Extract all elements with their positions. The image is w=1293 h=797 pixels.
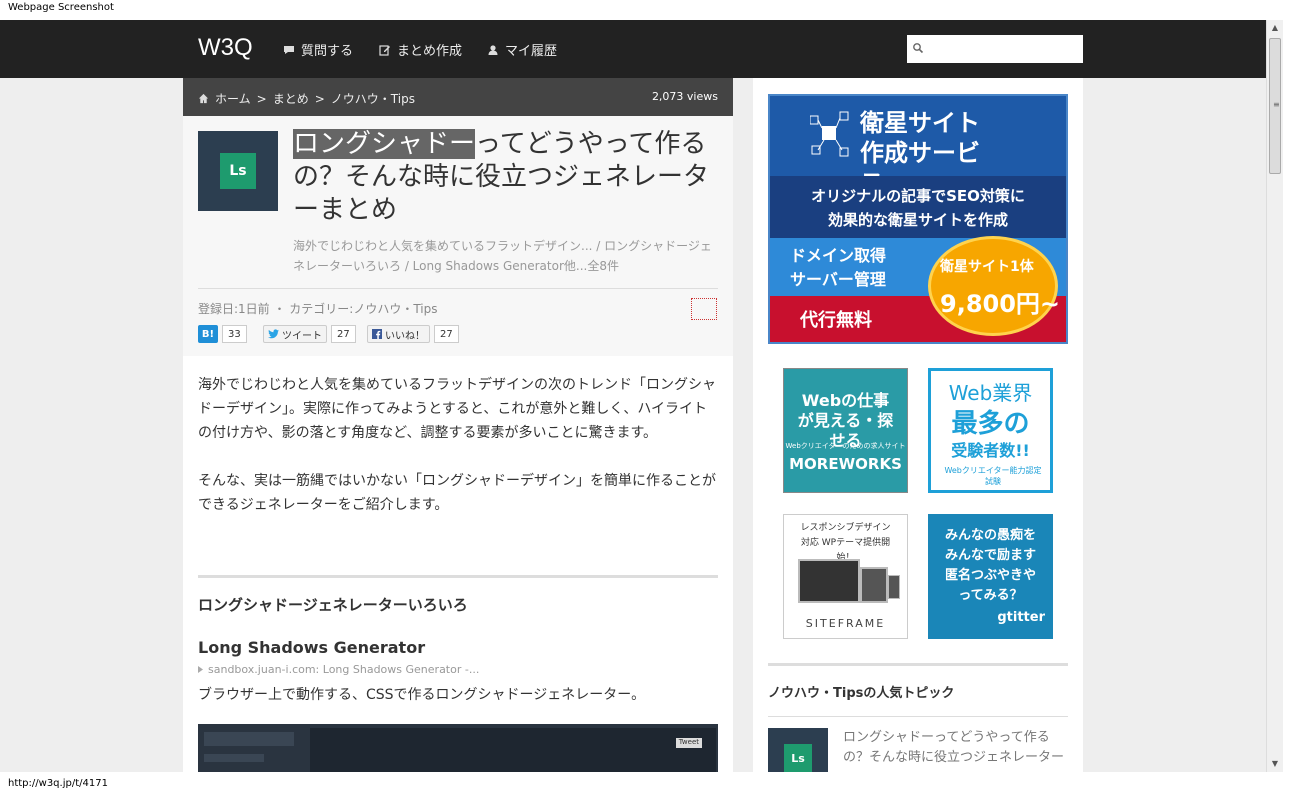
divider [198, 288, 718, 289]
article-summary: 海外でじわじわと人気を集めているフラットデザイン... / ロングシャドージェネ… [293, 239, 712, 273]
gtitter-headline: みんなの愚痴をみんなで励ます匿名つぶやきやってみる？ [944, 528, 1036, 603]
exam-line3: 受験者数!! [951, 441, 1030, 460]
moreworks-subtitle: Webクリエイターのための求人サイト [785, 442, 906, 450]
main-content: ホーム > まとめ > ノウハウ・Tips 2,073 views Ls ロング… [183, 78, 733, 772]
nav-my-history-label: マイ履歴 [505, 44, 558, 59]
ad-big-free: 代行無料 [800, 310, 872, 331]
scroll-up-arrow-icon[interactable]: ▲ [1267, 20, 1283, 36]
home-icon [198, 93, 209, 104]
window-title: Webpage Screenshot [0, 0, 1293, 20]
vertical-scrollbar[interactable]: ▲ ≡ ▼ [1266, 20, 1283, 772]
divider [768, 716, 1068, 717]
like-count: 27 [434, 325, 459, 343]
item-description: ブラウザー上で動作する、CSSで作るロングシャドージェネレーター。 [198, 687, 646, 703]
scroll-down-arrow-icon[interactable]: ▼ [1267, 756, 1283, 772]
twitter-bird-icon [268, 329, 279, 339]
sidebar: 衛星サイト作成サービス オリジナルの記事でSEO対策に効果的な衛星サイトを作成 … [753, 78, 1083, 772]
breadcrumb: ホーム > まとめ > ノウハウ・Tips [198, 90, 415, 107]
exam-line2: 最多の [951, 409, 1030, 439]
scrollbar-thumb[interactable]: ≡ [1269, 38, 1281, 174]
satellite-site-ad[interactable]: 衛星サイト作成サービス オリジナルの記事でSEO対策に効果的な衛星サイトを作成 … [768, 94, 1068, 344]
topic-thumbnail-label: Ls [784, 744, 812, 772]
article-intro: 海外でじわじわと人気を集めているフラットデザインの次のトレンド「ロングシャドーデ… [198, 373, 718, 541]
tweet-button[interactable]: ツイート [263, 325, 327, 343]
search-icon [913, 43, 924, 54]
topic-thumbnail[interactable]: Ls [768, 728, 828, 772]
edit-icon [379, 44, 390, 56]
site-logo[interactable]: W3Q [198, 34, 253, 62]
search-input[interactable] [907, 35, 1083, 63]
top-navigation-bar: W3Q 質問する まとめ作成 マイ履歴 [0, 20, 1266, 78]
popular-topics-heading: ノウハウ・Tipsの人気トピック [768, 686, 955, 701]
caret-right-icon [198, 666, 203, 673]
siteframe-logo: SITEFRAME [805, 617, 886, 630]
item-source-text: sandbox.juan-i.com: Long Shadows Generat… [208, 663, 480, 676]
ad-placeholder-box [691, 298, 717, 320]
breadcrumb-bar: ホーム > まとめ > ノウハウ・Tips 2,073 views [183, 78, 733, 116]
exam-line1: Web業界 [948, 381, 1033, 405]
section-heading: ロングシャドージェネレーターいろいろ [198, 596, 468, 614]
preview-tweet-button: Tweet [675, 738, 702, 748]
article-meta: 登録日:1日前 ・ カテゴリー:ノウハウ・Tips [198, 302, 438, 316]
exam-line4: Webクリエイター能力認定試験 [944, 466, 1042, 486]
like-label: いいね！ [385, 330, 425, 342]
breadcrumb-matome[interactable]: まとめ [273, 90, 309, 107]
tweet-share[interactable]: ツイート 27 [263, 325, 356, 343]
view-count: 2,073 views [651, 90, 718, 103]
tablet-screen-graphic [860, 567, 888, 603]
tweet-count: 27 [331, 325, 356, 343]
thumbnail-label: Ls [220, 153, 256, 189]
topic-link[interactable]: ロングシャドーってどうやって作るの？そんな時に役立つジェネレーター [843, 728, 1068, 768]
facebook-icon [372, 329, 382, 339]
web-creator-exam-ad[interactable]: Web業界 最多の 受験者数!! Webクリエイター能力認定試験 [928, 368, 1053, 493]
nav-create-summary[interactable]: まとめ作成 [379, 40, 462, 59]
user-icon [488, 44, 498, 55]
ad-big-price-label: 衛星サイト1体 [940, 259, 1034, 275]
siteframe-ad[interactable]: レスポンシブデザイン対応 WPテーマ提供開始！ SITEFRAME [783, 514, 908, 639]
gtitter-ad[interactable]: みんなの愚痴をみんなで励ます匿名つぶやきやってみる？ gtitter [928, 514, 1053, 639]
item-source-link[interactable]: sandbox.juan-i.com: Long Shadows Generat… [198, 663, 479, 676]
item-preview-image[interactable]: Tweet [198, 724, 718, 772]
speech-bubble-icon [284, 45, 294, 54]
moreworks-ad[interactable]: Webの仕事が見える・探せる Webクリエイターのための求人サイト MOREWO… [783, 368, 908, 493]
intro-paragraph: 海外でじわじわと人気を集めているフラットデザインの次のトレンド「ロングシャドーデ… [198, 377, 716, 441]
ad-big-tagline: オリジナルの記事でSEO対策に 効果的な衛星サイトを作成 [811, 187, 1025, 229]
nav-my-history[interactable]: マイ履歴 [487, 40, 557, 59]
grip-icon: ≡ [1273, 100, 1280, 109]
nav-ask-question-label: 質問する [301, 44, 354, 59]
section-rule [198, 575, 718, 578]
ad-big-price: 9,800円~ [940, 290, 1061, 318]
facebook-like-button[interactable]: いいね！ [367, 325, 430, 343]
preview-sidebar-label [204, 754, 264, 762]
moreworks-logo: MOREWORKS [789, 455, 902, 473]
hatena-bookmark-share[interactable]: B! 33 [198, 325, 247, 343]
breadcrumb-home[interactable]: ホーム [215, 90, 251, 107]
hatena-bookmark-button[interactable]: B! [198, 325, 218, 343]
desktop-screen-graphic [798, 559, 860, 603]
preview-sidebar-field [204, 732, 294, 746]
title-highlight: ロングシャドー [293, 129, 476, 159]
article-title: ロングシャドーってどうやって作るの？そんな時に役立つジェネレーターまとめ [293, 128, 718, 227]
gtitter-logo: gtitter [997, 610, 1045, 625]
ad-big-features: ドメイン取得 サーバー管理 [790, 246, 887, 289]
preview-canvas: Tweet [310, 728, 716, 772]
hatena-count: 33 [222, 325, 247, 343]
nav-ask-question[interactable]: 質問する [283, 40, 353, 59]
article-thumbnail: Ls [198, 131, 278, 211]
phone-screen-graphic [888, 575, 900, 599]
tweet-label: ツイート [282, 330, 322, 342]
article-header: Ls ロングシャドーってどうやって作るの？そんな時に役立つジェネレーターまとめ … [183, 116, 733, 356]
breadcrumb-category[interactable]: ノウハウ・Tips [331, 90, 415, 107]
status-bar: http://w3q.jp/t/4171 [0, 772, 1293, 797]
intro-paragraph: そんな、実は一筋縄ではいかない「ロングシャドーデザイン」を簡単に作ることができる… [198, 473, 716, 513]
section-rule [768, 663, 1068, 666]
item-title-link[interactable]: Long Shadows Generator [198, 638, 425, 657]
facebook-like-share[interactable]: いいね！ 27 [367, 325, 459, 343]
nav-create-summary-label: まとめ作成 [397, 44, 463, 59]
breadcrumb-separator: > [314, 91, 325, 106]
page-viewport: W3Q 質問する まとめ作成 マイ履歴 ホーム > まとめ > ノウハウ・Tip… [0, 20, 1266, 772]
breadcrumb-separator: > [256, 91, 267, 106]
status-url: http://w3q.jp/t/4171 [8, 778, 108, 789]
satellite-icon [810, 111, 849, 157]
